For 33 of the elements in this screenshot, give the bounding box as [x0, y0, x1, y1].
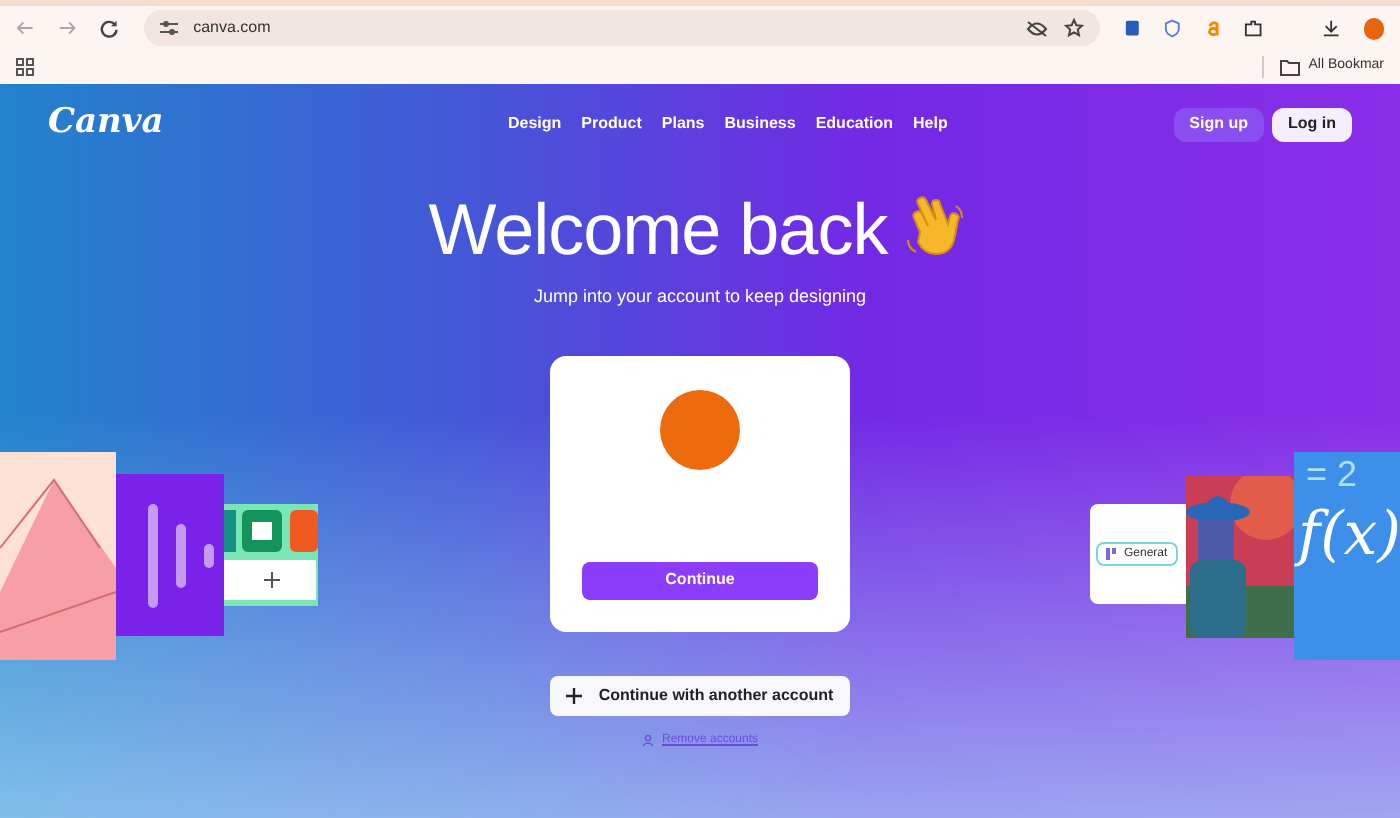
log-in-button[interactable]: Log in — [1272, 107, 1352, 141]
site-settings-icon[interactable] — [159, 20, 178, 36]
sparkle-icon — [1106, 548, 1116, 560]
welcome-heading: Welcome back — [428, 188, 888, 272]
subtitle-text: Jump into your account to keep designing — [533, 284, 867, 310]
nav-link[interactable]: Business — [724, 112, 796, 136]
sign-up-button[interactable]: Sign up — [1173, 107, 1264, 141]
puzzle-icon[interactable] — [1243, 18, 1263, 38]
nav-link[interactable]: Plans — [661, 112, 705, 136]
extension-icon[interactable] — [1123, 18, 1141, 38]
grid-card-drawing — [224, 504, 318, 606]
account-avatar[interactable] — [660, 389, 740, 469]
profile-avatar[interactable] — [1363, 17, 1384, 39]
address-bar[interactable]: canva.com — [143, 10, 1100, 46]
continue-button[interactable]: Continue — [582, 561, 818, 599]
brand-logo[interactable]: Canva — [48, 98, 448, 150]
person-icon — [641, 734, 654, 746]
reload-icon[interactable] — [100, 18, 120, 38]
nav-link[interactable]: Education — [815, 112, 893, 136]
equation-text: = 2 — [1306, 452, 1360, 496]
function-text: f(x) — [1298, 498, 1400, 574]
url-text: canva.com — [193, 16, 273, 40]
nav-link[interactable]: Product — [581, 112, 642, 136]
star-icon[interactable] — [1063, 18, 1084, 38]
nav-link[interactable]: Design — [508, 112, 562, 136]
apps-grid-icon[interactable] — [16, 58, 34, 76]
download-icon[interactable] — [1321, 18, 1340, 38]
shield-icon[interactable] — [1164, 18, 1182, 38]
plus-icon — [566, 687, 583, 703]
nav-link[interactable]: Help — [913, 112, 948, 136]
folder-icon[interactable] — [1280, 59, 1301, 75]
eye-off-icon[interactable] — [1025, 19, 1048, 37]
another-account-button[interactable]: Continue with another account — [550, 675, 850, 715]
